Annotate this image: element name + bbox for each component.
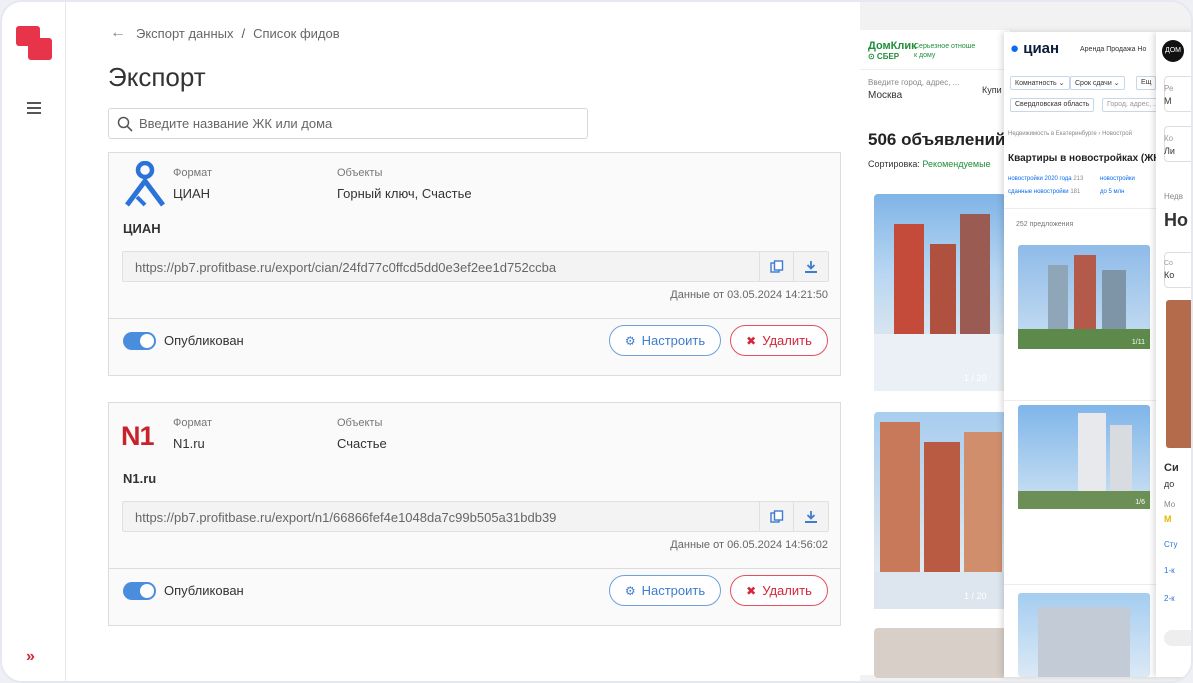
domclick-preview: ДомКлик ⊙ СБЕР Серьезное отноше к дому Вве… [860, 30, 1020, 678]
feed-date: Данные от 03.05.2024 14:21:50 [670, 289, 828, 301]
cian-title: Квартиры в новостройках (ЖК [1008, 153, 1160, 164]
gear-icon: ⚙ [624, 583, 636, 598]
cian-breadcrumb: Недвижимость в Екатеринбурге › Новострой [1008, 131, 1132, 137]
feed-date: Данные от 06.05.2024 14:56:02 [670, 539, 828, 551]
domclick-slogan: Серьезное отноше к дому [914, 43, 976, 59]
published-toggle[interactable] [123, 582, 156, 600]
copy-button[interactable] [759, 252, 793, 281]
published-label: Опубликован [164, 583, 244, 598]
listing-photo [1018, 593, 1150, 677]
sort-selector: Сортировка: Рекомендуемые [868, 159, 991, 169]
n1-logo: N1 [121, 421, 155, 451]
city-label: Введите город, адрес, ... [868, 78, 960, 87]
feed-url[interactable]: https://pb7.profitbase.ru/export/n1/6686… [135, 510, 556, 525]
gear-icon: ⚙ [624, 333, 636, 348]
deadline-filter: Срок сдачи ⌄ [1070, 76, 1125, 90]
close-icon: ✖ [746, 583, 757, 598]
sidebar: » [2, 2, 66, 681]
address-filter: Город, адрес, ... [1102, 98, 1164, 112]
rooms-filter: Комнатность ⌄ [1010, 76, 1070, 90]
close-icon: ✖ [746, 333, 757, 348]
published-toggle[interactable] [123, 332, 156, 350]
cian-nav: Аренда Продажа Но [1080, 46, 1147, 53]
listing-photo: 1 / 20 [874, 194, 1006, 391]
cian-preview: ● циан Аренда Продажа Но Комнатность ⌄ С… [1004, 32, 1164, 677]
breadcrumb-separator: / [241, 25, 246, 41]
feed-url[interactable]: https://pb7.profitbase.ru/export/cian/24… [135, 260, 556, 275]
feed-card-n1: N1 Формат N1.ru Объекты Счастье N1.ru ht… [108, 402, 841, 626]
breadcrumb-current: Список фидов [253, 25, 340, 41]
download-icon [804, 510, 817, 523]
cian-link: новостройки 2020 года 213 [1008, 176, 1084, 182]
site-logo: ДОМ [1162, 40, 1184, 62]
copy-icon [769, 259, 783, 273]
page-title: Экспорт [108, 62, 206, 92]
cian-link: новостройки [1100, 176, 1135, 182]
back-arrow-icon[interactable]: ← [110, 24, 126, 42]
breadcrumb: ← Экспорт данных / Список фидов [110, 24, 340, 42]
feed-name: ЦИАН [123, 221, 161, 236]
objects-label: Объекты [337, 417, 383, 429]
configure-button[interactable]: ⚙ Настроить [609, 575, 721, 606]
main-content: ← Экспорт данных / Список фидов Экспорт … [66, 2, 860, 681]
listing-sites-preview: ДомКлик ⊙ СБЕР Серьезное отноше к дому Вве… [860, 2, 1191, 681]
search-box[interactable] [108, 108, 588, 139]
feed-name: N1.ru [123, 471, 157, 486]
app-logo[interactable] [16, 26, 52, 60]
delete-button[interactable]: ✖ Удалить [730, 575, 828, 606]
format-label: Формат [173, 167, 213, 179]
copy-icon [769, 509, 783, 523]
format-value: N1.ru [173, 436, 205, 451]
more-filter: Ещ [1136, 76, 1157, 90]
feed-url-field[interactable]: https://pb7.profitbase.ru/export/cian/24… [122, 251, 829, 282]
app-window: » ← Экспорт данных / Список фидов Экспор… [0, 0, 1193, 683]
listing-count: 506 объявлений н [868, 130, 1021, 149]
cian-logo-icon [125, 161, 165, 207]
download-button[interactable] [793, 252, 827, 281]
delete-button[interactable]: ✖ Удалить [730, 325, 828, 356]
listing-photo: 1/11 [1018, 245, 1150, 349]
city-value: Москва [868, 90, 903, 101]
feed-url-field[interactable]: https://pb7.profitbase.ru/export/n1/6686… [122, 501, 829, 532]
download-icon [804, 260, 817, 273]
objects-value: Счастье [337, 436, 387, 451]
published-label: Опубликован [164, 333, 244, 348]
cian-brand: ● циан [1010, 40, 1060, 57]
buy-tab: Купи [982, 85, 1002, 95]
search-icon [117, 116, 133, 132]
cian-link: до 5 млн [1100, 189, 1125, 195]
feed-card-cian: Формат ЦИАН Объекты Горный ключ, Счастье… [108, 152, 841, 376]
format-label: Формат [173, 417, 213, 429]
objects-value: Горный ключ, Счастье [337, 186, 472, 201]
menu-icon[interactable] [27, 102, 41, 114]
listing-photo: 1/6 [1018, 405, 1150, 509]
copy-button[interactable] [759, 502, 793, 531]
expand-sidebar-icon[interactable]: » [26, 648, 35, 666]
domclick-logo: ДомКлик ⊙ СБЕР [868, 40, 917, 61]
breadcrumb-link-export[interactable]: Экспорт данных [136, 26, 233, 41]
search-input[interactable] [139, 116, 569, 131]
third-site-preview: ДОМ Ре М Ко Ли Недв Но Со Ко Си до Мо М … [1156, 32, 1191, 677]
listing-photo: 1 / 20 [874, 412, 1006, 609]
objects-label: Объекты [337, 167, 383, 179]
cian-link: сданные новостройки 181 [1008, 189, 1081, 195]
offers-count: 252 предложения [1016, 221, 1074, 228]
download-button[interactable] [793, 502, 827, 531]
format-value: ЦИАН [173, 186, 211, 201]
region-filter: Свердловская область [1010, 98, 1095, 112]
configure-button[interactable]: ⚙ Настроить [609, 325, 721, 356]
listing-photo [874, 628, 1006, 678]
